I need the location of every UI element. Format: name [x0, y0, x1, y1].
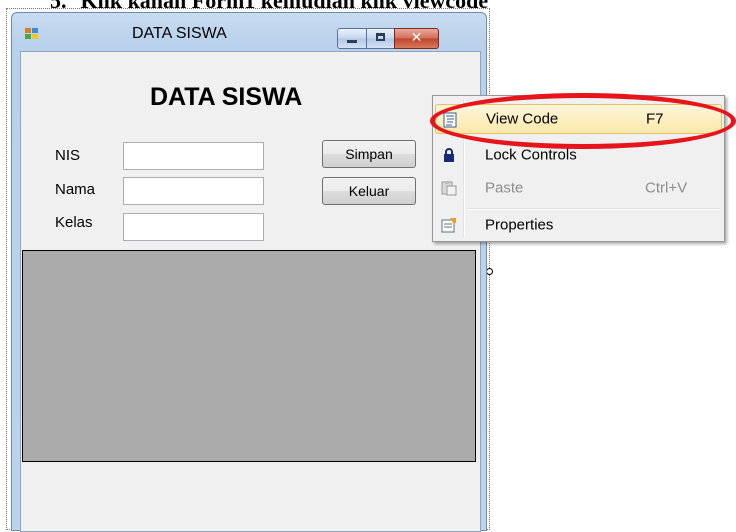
- menu-item-lock-controls[interactable]: Lock Controls: [435, 140, 722, 170]
- menu-item-label: View Code: [486, 110, 559, 128]
- nis-input[interactable]: [123, 142, 264, 170]
- simpan-button[interactable]: Simpan: [322, 140, 416, 168]
- menu-item-properties[interactable]: Properties: [435, 210, 722, 240]
- resize-grip-handle[interactable]: [486, 268, 493, 275]
- kelas-label: Kelas: [55, 214, 93, 231]
- menu-item-paste[interactable]: Paste Ctrl+V: [435, 173, 722, 203]
- window-title: DATA SISWA: [132, 25, 227, 42]
- close-icon: ✕: [410, 30, 423, 46]
- data-grid-view[interactable]: [22, 250, 476, 462]
- nama-label: Nama: [55, 181, 96, 198]
- menu-item-view-code[interactable]: View Code F7: [435, 104, 722, 134]
- kelas-input[interactable]: [123, 213, 264, 241]
- properties-icon: [441, 217, 457, 233]
- code-icon: [442, 112, 458, 128]
- maximize-icon: [376, 33, 385, 41]
- menu-item-label: Paste: [485, 179, 524, 197]
- keluar-button[interactable]: Keluar: [322, 177, 416, 205]
- nis-label: NIS: [55, 147, 81, 164]
- menu-item-label: Lock Controls: [485, 146, 577, 164]
- maximize-button[interactable]: [366, 28, 395, 49]
- menu-item-shortcut: Ctrl+V: [645, 179, 688, 197]
- close-button[interactable]: ✕: [394, 28, 439, 49]
- form-heading: DATA SISWA: [150, 83, 303, 111]
- lock-icon: [441, 147, 457, 163]
- context-menu: View Code F7 Lock Controls Paste Ctrl+V …: [432, 95, 725, 242]
- minimize-icon: [347, 40, 357, 43]
- paste-icon: [441, 180, 457, 196]
- menu-item-shortcut: F7: [646, 110, 664, 128]
- title-bar[interactable]: DATA SISWA ✕: [12, 13, 486, 49]
- nama-input[interactable]: [123, 177, 264, 205]
- minimize-button[interactable]: [337, 28, 367, 49]
- app-icon: [25, 28, 39, 40]
- menu-item-label: Properties: [485, 216, 554, 234]
